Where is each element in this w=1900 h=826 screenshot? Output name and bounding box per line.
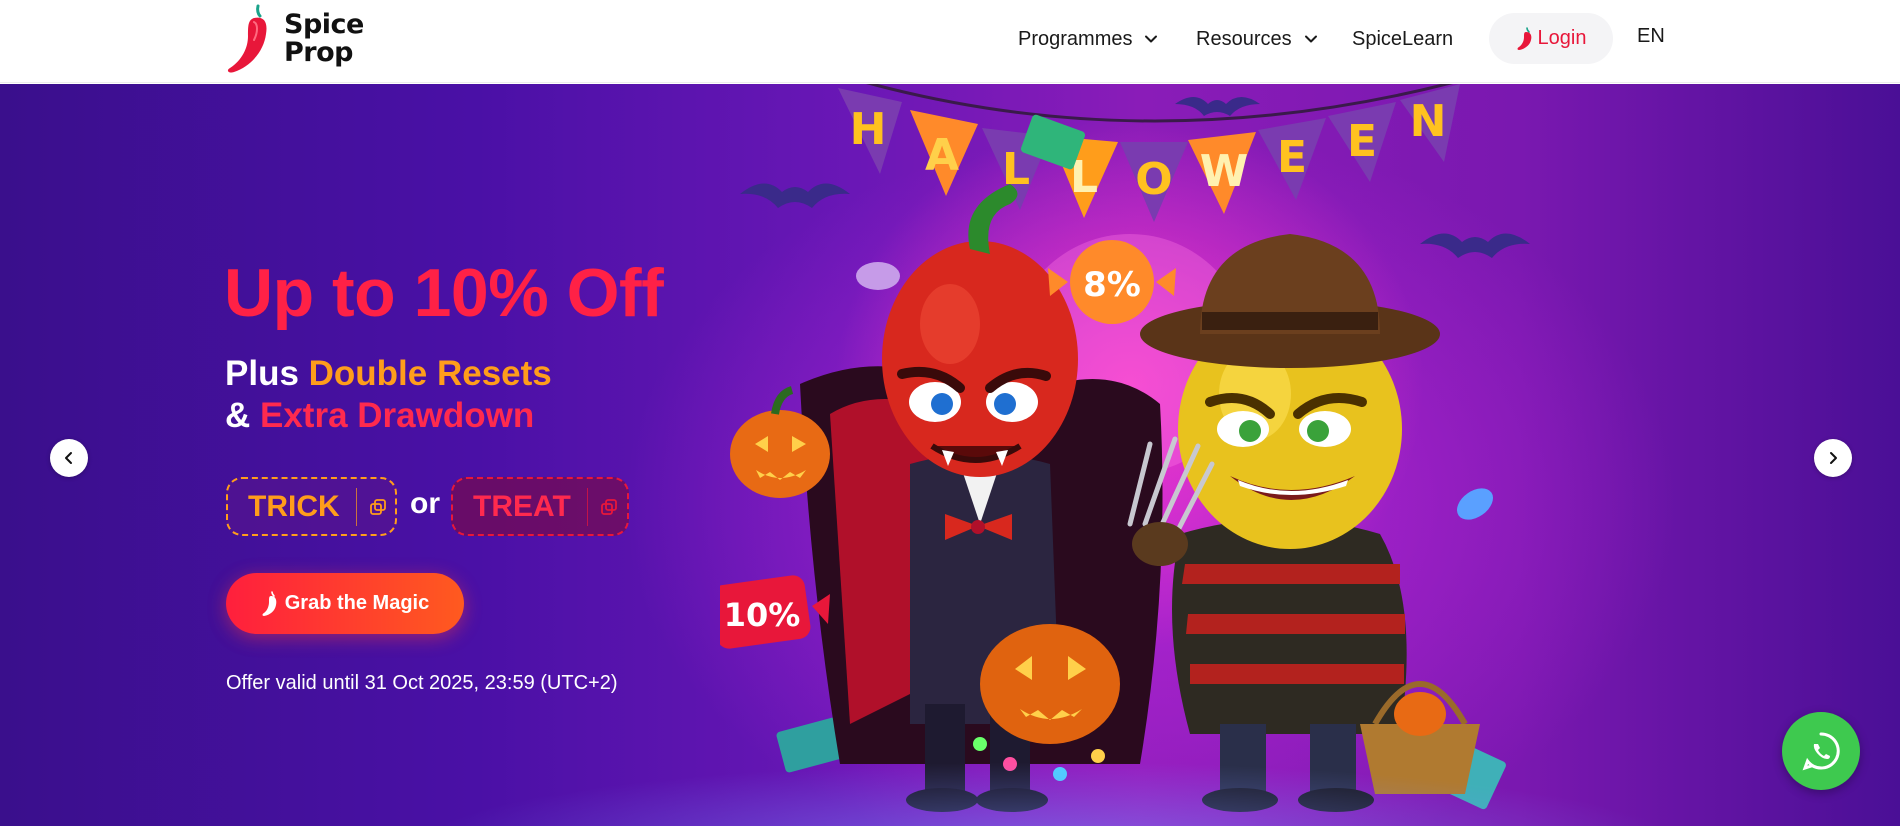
cta-label: Grab the Magic [284,592,430,614]
bunting-letter: N [1410,96,1447,147]
badge-10-percent: 10% [724,596,801,634]
nav-resources[interactable]: Resources [1196,24,1318,54]
whatsapp-chat-button[interactable] [1782,712,1860,790]
bunting-letter: E [1347,116,1377,167]
chili-icon [262,590,277,616]
subline-2-prefix: & [225,396,260,435]
carousel-next-button[interactable] [1814,439,1852,477]
chevron-left-icon [65,452,72,464]
spiceprop-logo[interactable]: Spice Prop [224,2,384,76]
login-button[interactable]: Login [1489,13,1613,64]
bunting-letter: E [1277,132,1307,183]
nav-spicelearn[interactable]: SpiceLearn [1352,24,1453,54]
promo-code-trick[interactable]: TRICK [226,477,397,536]
double-resets-text: Double Resets [308,354,552,393]
hero-headline: Up to 10% Off [224,255,664,331]
bunting-letter: W [1200,146,1249,197]
chevron-right-icon [1830,452,1837,464]
copy-icon[interactable] [600,498,618,516]
code-divider [355,487,357,526]
chevron-down-icon [1304,35,1317,43]
logo-line-2: Prop [284,37,353,68]
promo-code-trick-label: TRICK [248,489,340,523]
grab-the-magic-button[interactable]: Grab the Magic [226,573,464,634]
chili-logo-icon [227,4,267,73]
chevron-down-icon [1145,35,1158,43]
login-label: Login [1537,27,1587,49]
nav-spicelearn-label: SpiceLearn [1352,27,1454,50]
bunting-letter: O [1135,154,1172,205]
nav-programmes[interactable]: Programmes [1018,24,1158,54]
nav-programmes-label: Programmes [1018,27,1133,50]
extra-drawdown-text: Extra Drawdown [260,396,535,435]
subline-1-prefix: Plus [225,354,309,393]
badge-8-percent: 8% [1083,265,1141,305]
bunting-letter: A [925,130,959,181]
hero-subline-2: & Extra Drawdown [225,396,534,436]
bunting-letter: H [850,104,887,155]
promo-code-treat[interactable]: TREAT [451,477,629,536]
hero-subline-1: Plus Double Resets [225,354,552,394]
logo-wordmark: Spice Prop [284,11,364,67]
copy-icon[interactable] [369,498,387,516]
hero-banner: H A L L O W E E N 8% 10% Up to 10% Off P… [0,84,1900,826]
nav-resources-label: Resources [1196,27,1292,50]
offer-validity-text: Offer valid until 31 Oct 2025, 23:59 (UT… [226,672,618,694]
chili-icon [1517,26,1531,50]
code-divider [586,487,588,526]
promo-code-treat-label: TREAT [473,489,571,523]
logo-line-1: Spice [284,9,364,40]
language-selector[interactable]: EN [1637,25,1665,48]
or-text: or [410,487,440,520]
carousel-prev-button[interactable] [50,439,88,477]
discount-candy-10: 10% [720,575,830,649]
site-header: Spice Prop Programmes Resources SpiceLea… [0,0,1900,83]
whatsapp-icon [1802,732,1840,771]
